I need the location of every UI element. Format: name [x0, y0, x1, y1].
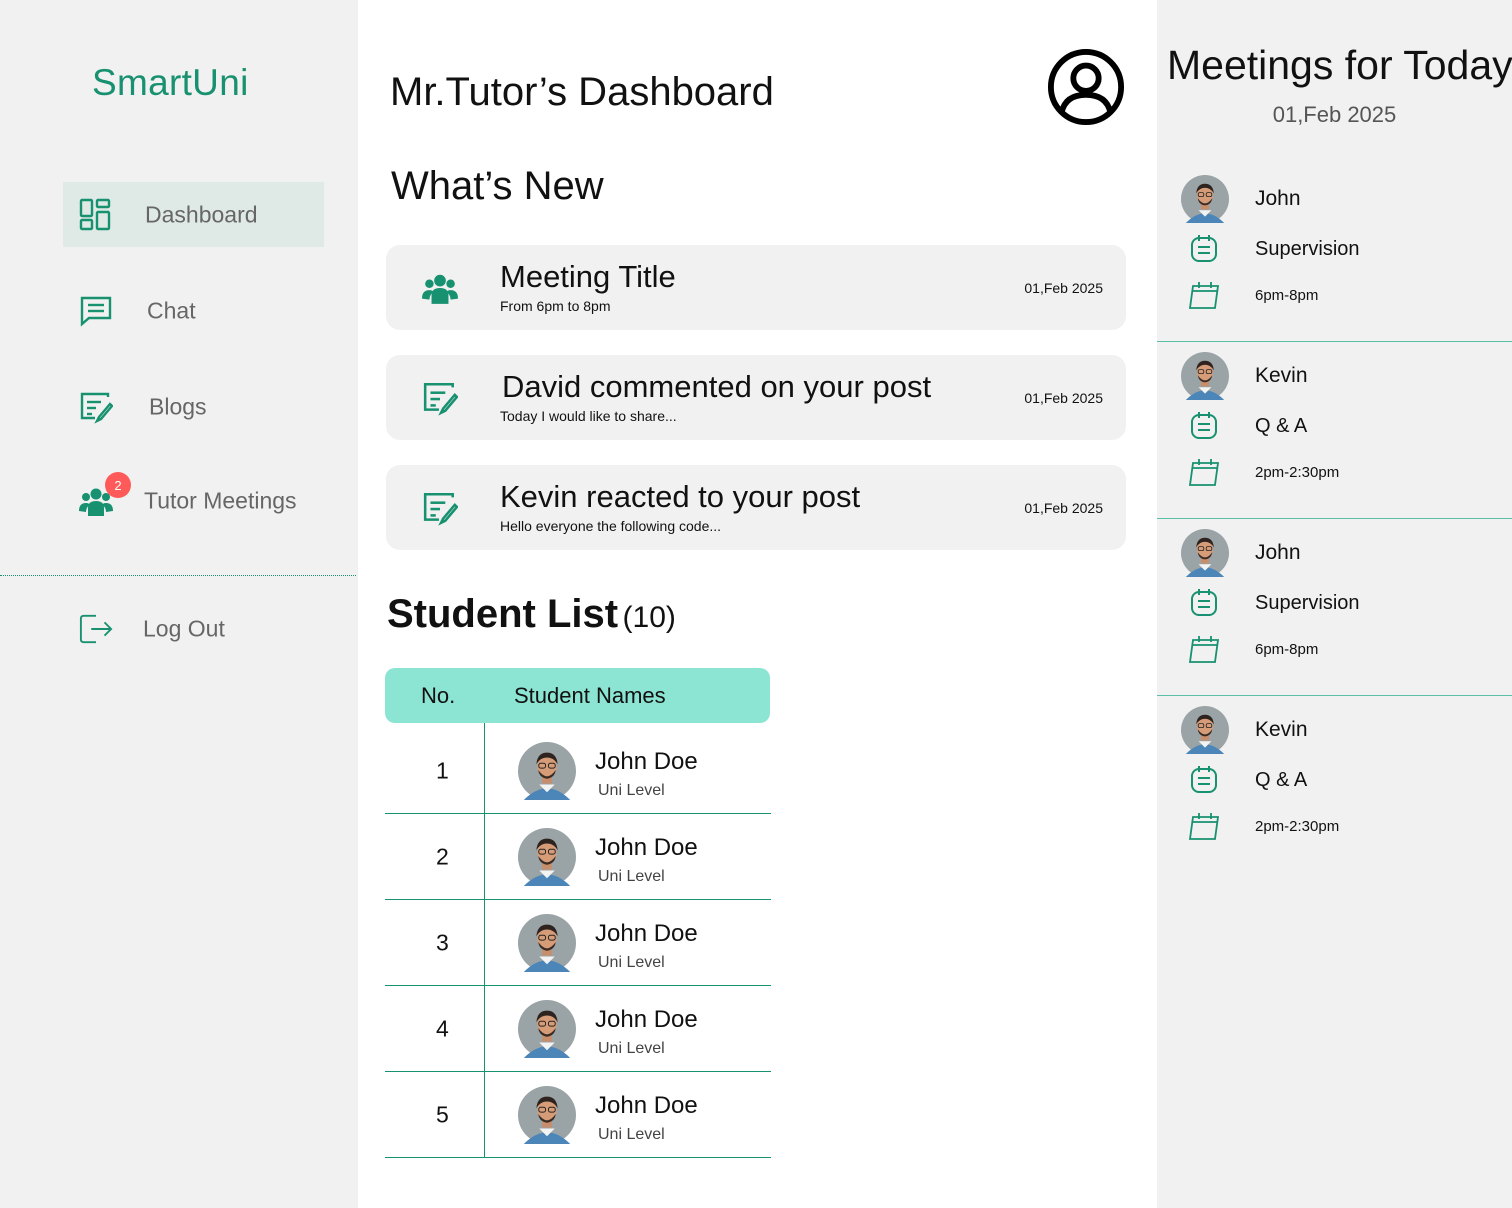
meeting-item[interactable]: John Supervision 6pm-8pm	[1157, 519, 1512, 696]
student-avatar	[518, 1086, 576, 1144]
meeting-type: Q & A	[1255, 415, 1308, 437]
page-title: Mr.Tutor’s Dashboard	[390, 70, 774, 114]
logout-button[interactable]: Log Out	[63, 596, 324, 661]
sidebar-item-label: Blogs	[149, 393, 207, 419]
student-level: Uni Level	[598, 1040, 665, 1057]
row-number: 3	[436, 929, 449, 955]
table-row[interactable]: 4 John Doe Uni Level	[385, 986, 771, 1072]
meeting-item[interactable]: Kevin Q & A 2pm-2:30pm	[1157, 342, 1512, 519]
card-date: 01,Feb 2025	[1024, 390, 1103, 406]
row-number: 5	[436, 1101, 449, 1127]
meeting-avatar	[1181, 529, 1229, 577]
meeting-type: Supervision	[1255, 592, 1360, 614]
meeting-avatar	[1181, 706, 1229, 754]
table-row[interactable]: 1 John Doe Uni Level	[385, 728, 771, 814]
meetings-panel-date: 01,Feb 2025	[1272, 102, 1397, 127]
student-list-count: (10)	[622, 601, 676, 634]
calendar-icon	[1188, 813, 1220, 840]
meeting-time: 2pm-2:30pm	[1255, 464, 1340, 481]
card-title: Kevin reacted to your post	[500, 479, 861, 514]
row-number: 2	[436, 843, 449, 869]
sidebar-item-dashboard[interactable]: Dashboard	[63, 182, 324, 247]
student-name: John Doe	[595, 920, 698, 947]
student-level: Uni Level	[598, 782, 665, 799]
card-subtitle: Today I would like to share...	[500, 408, 677, 424]
meeting-person: Kevin	[1255, 718, 1308, 741]
table-row[interactable]: 2 John Doe Uni Level	[385, 814, 771, 900]
calendar-icon	[1188, 636, 1220, 663]
meeting-person: Kevin	[1255, 364, 1308, 387]
meeting-type: Q & A	[1255, 769, 1308, 791]
card-title: Meeting Title	[500, 259, 676, 294]
meeting-item[interactable]: John Supervision 6pm-8pm	[1157, 165, 1512, 342]
sidebar-item-label: Dashboard	[145, 201, 258, 227]
blog-edit-icon	[423, 382, 458, 416]
card-subtitle: From 6pm to 8pm	[500, 298, 611, 314]
sidebar-item-label: Chat	[147, 297, 196, 323]
column-header-no: No.	[421, 683, 456, 708]
meeting-type-icon	[1191, 235, 1217, 262]
meeting-person: John	[1255, 541, 1301, 564]
brand-logo: SmartUni	[92, 62, 249, 103]
student-avatar	[518, 828, 576, 886]
logout-icon	[79, 614, 113, 643]
student-name: John Doe	[595, 834, 698, 861]
blog-edit-icon	[80, 392, 113, 424]
sidebar: SmartUni Dashboard Chat Blogs 2 Tutor Me…	[0, 0, 358, 1208]
student-name: John Doe	[595, 748, 698, 775]
notification-badge: 2	[105, 472, 131, 498]
meeting-type-icon	[1191, 589, 1217, 616]
sidebar-divider	[0, 575, 356, 576]
main-content: Mr.Tutor’s Dashboard What’s New Meeting …	[358, 0, 1157, 1208]
meeting-type-icon	[1191, 766, 1217, 793]
news-card[interactable]: Meeting Title From 6pm to 8pm 01,Feb 202…	[386, 245, 1126, 330]
calendar-icon	[1188, 459, 1220, 486]
table-row[interactable]: 3 John Doe Uni Level	[385, 900, 771, 986]
row-number: 4	[436, 1015, 449, 1041]
sidebar-item-chat[interactable]: Chat	[63, 278, 324, 343]
card-subtitle: Hello everyone the following code...	[500, 518, 722, 534]
student-list-heading: Student List (10)	[387, 592, 676, 637]
news-card[interactable]: Kevin reacted to your post Hello everyon…	[386, 465, 1126, 550]
student-list-title: Student List	[387, 592, 619, 636]
column-header-student-names: Student Names	[514, 683, 666, 708]
card-date: 01,Feb 2025	[1024, 280, 1103, 296]
meeting-time: 6pm-8pm	[1255, 641, 1319, 658]
student-avatar	[518, 914, 576, 972]
meeting-avatar	[1181, 352, 1229, 400]
student-name: John Doe	[595, 1092, 698, 1119]
whats-new-heading: What’s New	[391, 164, 604, 208]
calendar-icon	[1188, 282, 1220, 309]
student-avatar	[518, 742, 576, 800]
blog-edit-icon	[423, 492, 458, 526]
student-avatar	[518, 1000, 576, 1058]
meetings-panel-title: Meetings for Today	[1167, 42, 1512, 88]
logout-label: Log Out	[143, 615, 225, 641]
news-card[interactable]: David commented on your post Today I wou…	[386, 355, 1126, 440]
student-level: Uni Level	[598, 954, 665, 971]
meetings-panel: Meetings for Today 01,Feb 2025 John Supe…	[1157, 0, 1512, 1208]
student-level: Uni Level	[598, 1126, 665, 1143]
meeting-item[interactable]: Kevin Q & A 2pm-2:30pm	[1157, 696, 1512, 873]
student-name: John Doe	[595, 1006, 698, 1033]
users-group-icon	[422, 274, 458, 304]
table-header: No. Student Names	[385, 668, 770, 723]
meeting-person: John	[1255, 187, 1301, 210]
card-title: David commented on your post	[502, 369, 932, 404]
student-level: Uni Level	[598, 868, 665, 885]
chat-icon	[80, 296, 112, 327]
meeting-time: 2pm-2:30pm	[1255, 818, 1340, 835]
row-number: 1	[436, 757, 449, 783]
meeting-time: 6pm-8pm	[1255, 287, 1319, 304]
card-date: 01,Feb 2025	[1024, 500, 1103, 516]
meeting-type-icon	[1191, 412, 1217, 439]
meeting-avatar	[1181, 175, 1229, 223]
profile-avatar-icon[interactable]	[1047, 48, 1125, 126]
sidebar-item-tutor-meetings[interactable]: 2 Tutor Meetings	[63, 468, 324, 533]
table-row[interactable]: 5 John Doe Uni Level	[385, 1072, 771, 1158]
meeting-type: Supervision	[1255, 238, 1360, 260]
dashboard-icon	[79, 198, 111, 230]
sidebar-item-label: Tutor Meetings	[144, 487, 297, 513]
sidebar-item-blogs[interactable]: Blogs	[63, 374, 324, 439]
